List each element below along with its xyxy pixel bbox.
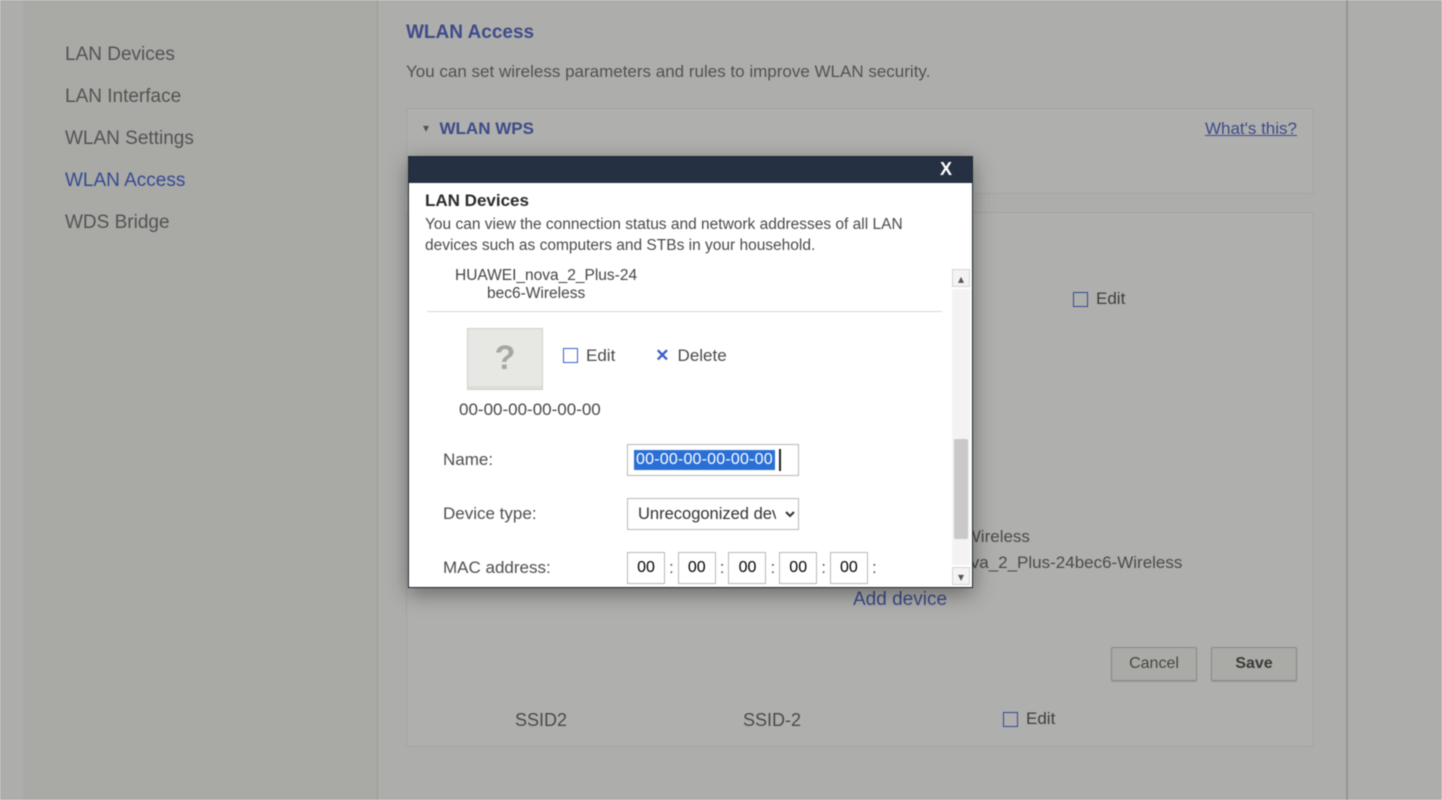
modal-description: You can view the connection status and n… [425, 215, 956, 257]
wlan-wps-title: WLAN WPS [439, 119, 533, 138]
name-input[interactable]: 00-00-00-00-00-00 [627, 444, 799, 476]
edit-icon [1073, 292, 1088, 307]
name-input-value: 00-00-00-00-00-00 [634, 450, 775, 470]
modal-header: LAN Devices You can view the connection … [409, 183, 972, 267]
device-edit-form: Name: 00-00-00-00-00-00 Device type: Unr… [427, 444, 942, 587]
scroll-up-icon[interactable]: ▴ [952, 269, 970, 287]
device-edit-label: Edit [586, 346, 615, 366]
previous-device-line2: bec6-Wireless [455, 285, 942, 303]
delete-icon: ✕ [655, 346, 669, 366]
scrollbar-thumb[interactable] [954, 439, 968, 539]
device-type-label: Device type: [427, 504, 627, 524]
device-mac-text: 00-00-00-00-00-00 [459, 400, 942, 420]
ssid-name: SSID-2 [713, 710, 1003, 731]
mac-separator: : [872, 558, 877, 578]
cancel-button[interactable]: Cancel [1111, 647, 1197, 681]
device-type-select[interactable]: Unrecogonized devi [627, 498, 799, 530]
mac-separator: : [821, 558, 826, 578]
ssid-edit-link[interactable]: Edit [1003, 709, 1055, 729]
ssid-index: SSID2 [423, 710, 713, 731]
device-delete-label: Delete [678, 346, 727, 366]
mac-octet-3[interactable] [728, 552, 766, 584]
modal-close-button[interactable]: X [926, 157, 966, 183]
unknown-device-icon: ? [467, 328, 543, 390]
modal-scrollbar[interactable]: ▴ ▾ [952, 269, 970, 585]
mac-separator: : [770, 558, 775, 578]
lan-devices-modal: X LAN Devices You can view the connectio… [408, 156, 973, 588]
mac-octet-2[interactable] [678, 552, 716, 584]
save-button[interactable]: Save [1211, 647, 1297, 681]
previous-device-line1: HUAWEI_nova_2_Plus-24 [455, 267, 942, 285]
name-label: Name: [427, 450, 627, 470]
sidebar-item-wds-bridge[interactable]: WDS Bridge [23, 202, 377, 244]
sidebar-item-wlan-settings[interactable]: WLAN Settings [23, 118, 377, 160]
sidebar-item-lan-interface[interactable]: LAN Interface [23, 76, 377, 118]
previous-device: HUAWEI_nova_2_Plus-24 bec6-Wireless [427, 267, 942, 303]
edit-link[interactable]: Edit [1073, 289, 1125, 309]
device-edit-link[interactable]: Edit [563, 346, 615, 366]
text-caret-icon [779, 449, 781, 471]
sidebar-item-lan-devices[interactable]: LAN Devices [23, 34, 377, 76]
page-description: You can set wireless parameters and rule… [406, 62, 1314, 82]
mac-octet-1[interactable] [627, 552, 665, 584]
add-device-link[interactable]: Add device [853, 589, 947, 611]
mac-octet-5[interactable] [830, 552, 868, 584]
page-title: WLAN Access [406, 22, 1314, 44]
whats-this-link[interactable]: What's this? [1205, 119, 1297, 139]
ssid-edit-label: Edit [1026, 709, 1055, 729]
modal-title: LAN Devices [425, 191, 956, 211]
collapse-icon[interactable]: ▾ [423, 121, 429, 135]
divider [427, 311, 942, 312]
device-card: ? Edit ✕ Delete [427, 328, 942, 390]
modal-scroll-area: HUAWEI_nova_2_Plus-24 bec6-Wireless ? Ed… [409, 267, 950, 587]
modal-titlebar: X [409, 157, 972, 183]
mac-label: MAC address: [427, 552, 627, 578]
sidebar-item-wlan-access[interactable]: WLAN Access [23, 160, 377, 202]
device-delete-link[interactable]: ✕ Delete [655, 346, 726, 366]
edit-link-label: Edit [1096, 289, 1125, 309]
vertical-divider [1346, 0, 1348, 800]
scroll-down-icon[interactable]: ▾ [952, 567, 970, 585]
sidebar: LAN Devices LAN Interface WLAN Settings … [23, 0, 378, 800]
scrollbar-track[interactable] [952, 289, 970, 565]
edit-icon [1003, 712, 1018, 727]
mac-address-group: : : : : : [627, 552, 887, 587]
mac-separator: : [720, 558, 725, 578]
mac-separator: : [669, 558, 674, 578]
edit-icon [563, 348, 578, 363]
mac-octet-4[interactable] [779, 552, 817, 584]
